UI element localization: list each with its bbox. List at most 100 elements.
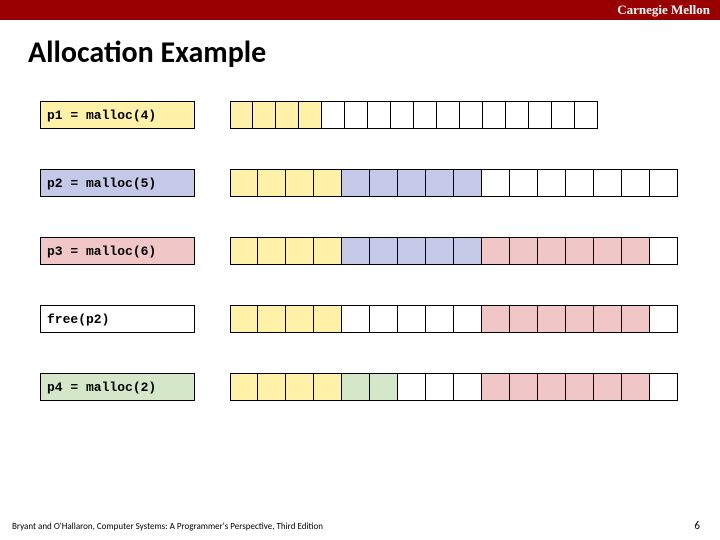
heap-cell [594, 373, 622, 401]
heap-cell [538, 169, 566, 197]
page-number: 6 [694, 519, 700, 532]
heap-cell [510, 169, 538, 197]
heap-cell [566, 169, 594, 197]
allocation-row: p2 = malloc(5) [40, 169, 680, 197]
topbar: Carnegie Mellon [0, 0, 720, 20]
org-label: Carnegie Mellon [617, 2, 710, 18]
heap-cell [622, 305, 650, 333]
heap-cell [370, 373, 398, 401]
heap-cell [622, 373, 650, 401]
code-box: p4 = malloc(2) [40, 373, 195, 401]
heap-cell [370, 305, 398, 333]
heap-cell [622, 237, 650, 265]
heap-cell [276, 101, 299, 129]
heap-cell [506, 101, 529, 129]
heap-cell [594, 305, 622, 333]
heap-cell [426, 169, 454, 197]
heap-cell [368, 101, 391, 129]
heap-cell [482, 169, 510, 197]
heap-cell [482, 373, 510, 401]
heap-cell [538, 305, 566, 333]
heap-cell [650, 305, 678, 333]
heap-cell [454, 169, 482, 197]
heap-cell [314, 305, 342, 333]
heap-cell [286, 373, 314, 401]
heap-cell [538, 373, 566, 401]
heap-cell [230, 101, 253, 129]
heap-cell [575, 101, 598, 129]
heap-cell [391, 101, 414, 129]
heap-strip [230, 169, 678, 197]
code-box: p2 = malloc(5) [40, 169, 195, 197]
heap-cell [437, 101, 460, 129]
heap-cell [314, 237, 342, 265]
allocation-row: p1 = malloc(4) [40, 101, 680, 129]
heap-cell [622, 169, 650, 197]
heap-cell [286, 305, 314, 333]
heap-cell [299, 101, 322, 129]
heap-cell [538, 237, 566, 265]
heap-cell [286, 237, 314, 265]
heap-cell [230, 237, 258, 265]
heap-cell [230, 305, 258, 333]
heap-cell [253, 101, 276, 129]
allocation-row: p3 = malloc(6) [40, 237, 680, 265]
code-box: p3 = malloc(6) [40, 237, 195, 265]
heap-cell [314, 373, 342, 401]
heap-strip [230, 101, 598, 129]
heap-cell [650, 237, 678, 265]
heap-cell [482, 305, 510, 333]
heap-cell [454, 305, 482, 333]
heap-cell [258, 373, 286, 401]
heap-strip [230, 305, 678, 333]
heap-cell [566, 373, 594, 401]
heap-cell [258, 169, 286, 197]
heap-cell [342, 237, 370, 265]
heap-cell [398, 305, 426, 333]
heap-cell [414, 101, 437, 129]
heap-cell [566, 305, 594, 333]
heap-cell [258, 237, 286, 265]
heap-cell [594, 169, 622, 197]
heap-cell [398, 237, 426, 265]
heap-cell [482, 237, 510, 265]
heap-cell [594, 237, 622, 265]
heap-cell [552, 101, 575, 129]
heap-cell [398, 373, 426, 401]
heap-strip [230, 237, 678, 265]
heap-cell [426, 237, 454, 265]
heap-cell [650, 373, 678, 401]
heap-cell [510, 373, 538, 401]
heap-cell [342, 169, 370, 197]
heap-cell [258, 305, 286, 333]
heap-cell [454, 237, 482, 265]
heap-cell [460, 101, 483, 129]
heap-cell [370, 237, 398, 265]
heap-cell [345, 101, 368, 129]
allocation-rows: p1 = malloc(4) p2 = malloc(5) p3 = malloc(… [0, 71, 720, 401]
heap-cell [510, 237, 538, 265]
heap-cell [370, 169, 398, 197]
heap-cell [286, 169, 314, 197]
footer-citation: Bryant and O'Hallaron, Computer Systems:… [12, 521, 323, 532]
allocation-row: p4 = malloc(2) [40, 373, 680, 401]
heap-cell [314, 169, 342, 197]
heap-cell [650, 169, 678, 197]
heap-cell [483, 101, 506, 129]
code-box: free(p2) [40, 305, 195, 333]
heap-cell [230, 169, 258, 197]
heap-cell [426, 305, 454, 333]
heap-cell [566, 237, 594, 265]
heap-cell [342, 305, 370, 333]
heap-cell [322, 101, 345, 129]
heap-cell [426, 373, 454, 401]
heap-cell [230, 373, 258, 401]
heap-cell [454, 373, 482, 401]
heap-cell [398, 169, 426, 197]
allocation-row: free(p2) [40, 305, 680, 333]
heap-cell [510, 305, 538, 333]
heap-strip [230, 373, 678, 401]
code-box: p1 = malloc(4) [40, 101, 195, 129]
heap-cell [342, 373, 370, 401]
slide-title: Allocation Example [0, 20, 720, 71]
